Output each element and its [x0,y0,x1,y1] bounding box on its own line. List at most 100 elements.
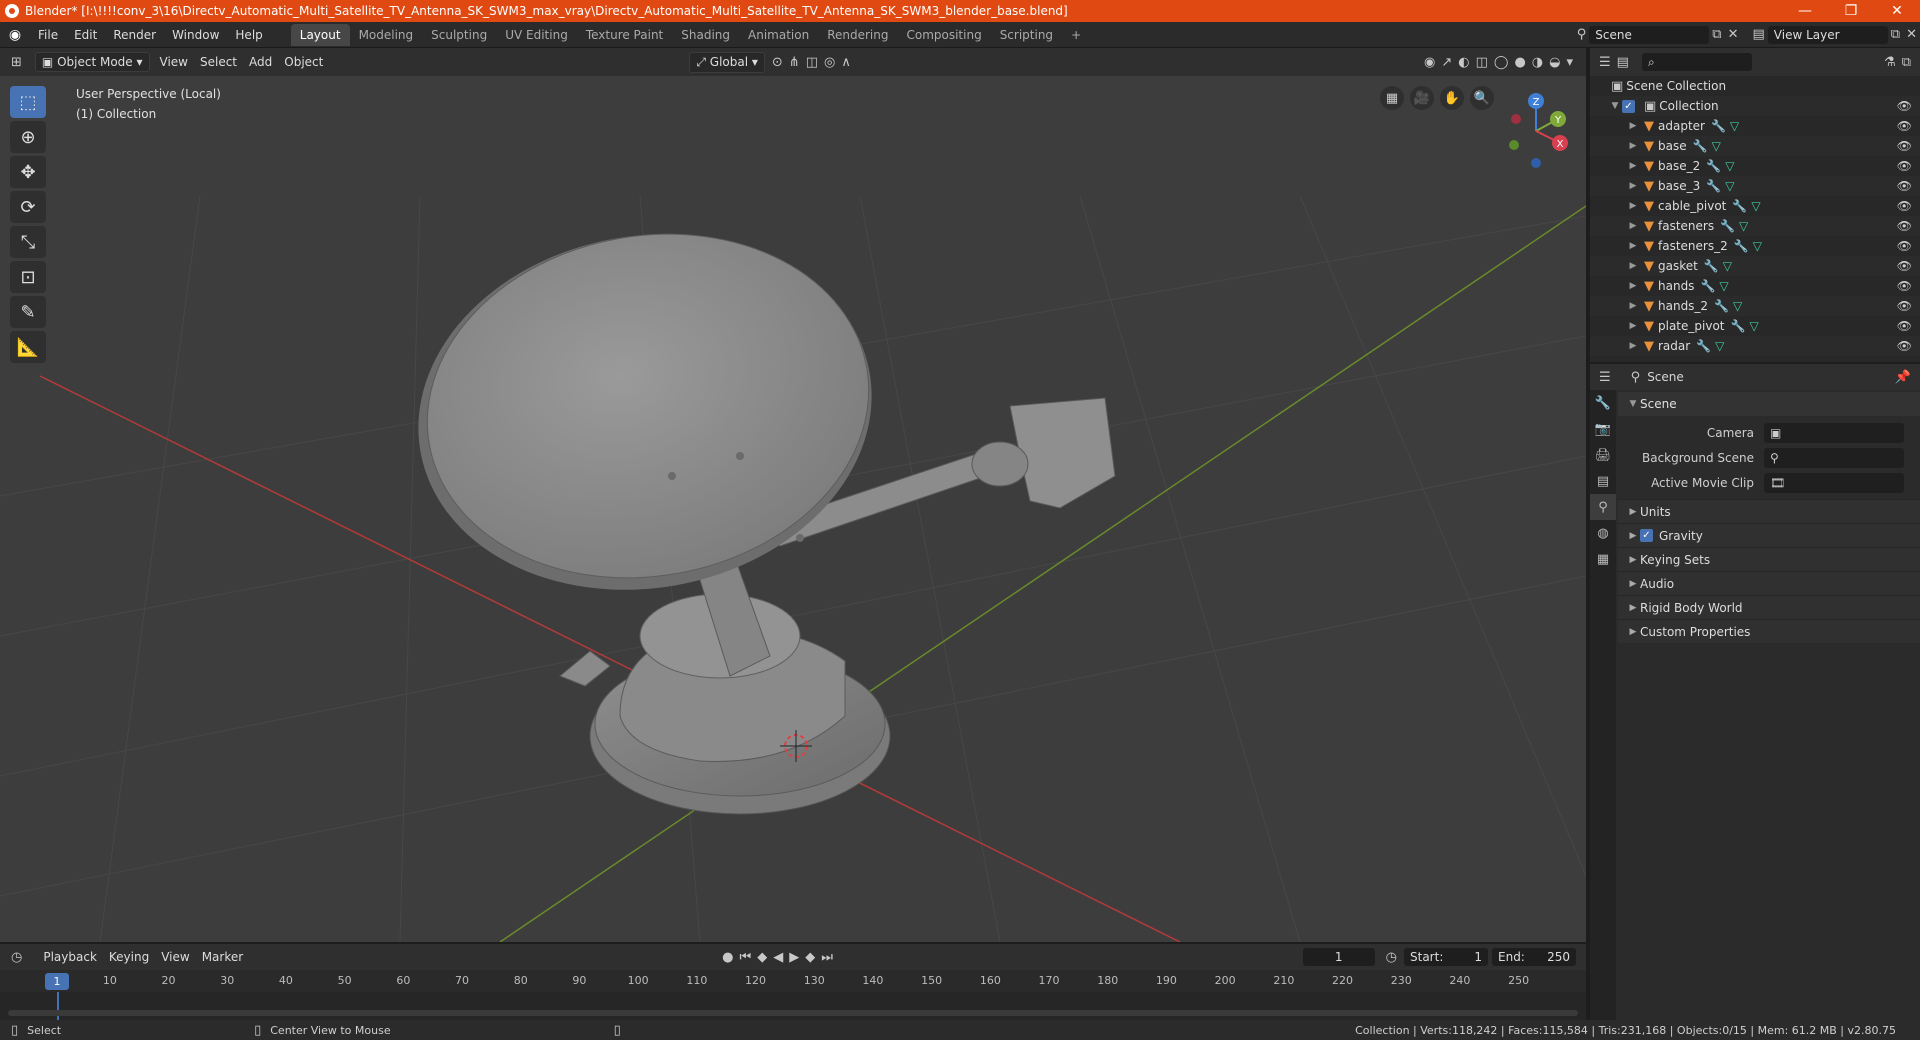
outliner-object-row[interactable]: ▶ ▼ gasket 🔧 ▽ 👁 [1590,256,1920,276]
gravity-panel[interactable]: ▶ ✓ Gravity [1618,523,1920,547]
modifier-wrench-icon[interactable]: 🔧 [1704,259,1719,273]
menu-keying[interactable]: Keying [103,948,155,966]
collection-row[interactable]: ▼ ✓ ▣ Collection 👁 [1590,96,1920,116]
scale-tool-icon[interactable]: ⤡ [10,226,46,258]
object-mode-dropdown[interactable]: ▣ Object Mode ▾ [34,52,150,72]
prev-keyframe-icon[interactable]: ◆ [754,950,770,965]
eye-icon[interactable]: 👁 [1897,99,1912,113]
delete-view-layer-icon[interactable]: ✕ [1903,27,1920,42]
rotate-tool-icon[interactable]: ⟳ [10,191,46,223]
pin-icon[interactable]: 📌 [1892,370,1914,385]
move-tool-icon[interactable]: ✥ [10,156,46,188]
eye-icon[interactable]: 👁 [1897,259,1912,273]
active-movie-clip-field[interactable]: 🎞 [1764,472,1904,493]
outliner-object-row[interactable]: ▶ ▼ fasteners 🔧 ▽ 👁 [1590,216,1920,236]
transform-tool-icon[interactable]: ⊡ [10,261,46,293]
toggle-grid-icon[interactable]: ▦ [1380,86,1404,110]
eye-icon[interactable]: 👁 [1897,119,1912,133]
new-view-layer-icon[interactable]: ⧉ [1888,27,1903,42]
texture-tab-icon[interactable]: ▦ [1590,546,1616,572]
scene-panel-header[interactable]: ▼ Scene [1618,392,1920,416]
expand-icon[interactable]: ▶ [1626,141,1640,151]
collection-checkbox[interactable]: ✓ [1622,99,1635,113]
outliner-object-row[interactable]: ▶ ▼ fasteners_2 🔧 ▽ 👁 [1590,236,1920,256]
camera-view-icon[interactable]: 🎥 [1410,86,1434,110]
select-box-tool-icon[interactable]: ⬚ [10,86,46,118]
mesh-data-icon[interactable]: ▽ [1739,219,1748,233]
menu-edit[interactable]: Edit [66,28,105,42]
background-scene-field[interactable]: ⚲ [1764,447,1904,468]
3d-viewport[interactable]: Z Y X User Perspective (Local) (1) Colle… [0,76,1586,942]
tab-modeling[interactable]: Modeling [350,24,423,46]
menu-help[interactable]: Help [227,28,270,42]
eye-icon[interactable]: 👁 [1897,299,1912,313]
navigation-gizmo[interactable]: Z Y X [1509,93,1568,168]
mesh-data-icon[interactable]: ▽ [1751,199,1760,213]
tool-tab-icon[interactable]: 🔧 [1590,390,1616,416]
outliner-object-row[interactable]: ▶ ▼ hands 🔧 ▽ 👁 [1590,276,1920,296]
modifier-wrench-icon[interactable]: 🔧 [1700,279,1715,293]
menu-marker[interactable]: Marker [196,948,249,966]
mesh-data-icon[interactable]: ▽ [1725,159,1734,173]
tab-layout[interactable]: Layout [290,23,350,46]
orientation-dropdown[interactable]: ⤢ Global ▾ [689,51,765,73]
shading-options-icon[interactable]: ▾ [1563,55,1576,70]
tab-uv-editing[interactable]: UV Editing [496,24,577,46]
start-frame-field[interactable]: Start: 1 [1404,948,1488,966]
modifier-wrench-icon[interactable]: 🔧 [1696,339,1711,353]
modifier-wrench-icon[interactable]: 🔧 [1714,299,1729,313]
snap-target-icon[interactable]: ◫ [803,55,821,70]
modifier-wrench-icon[interactable]: 🔧 [1732,199,1747,213]
modifier-wrench-icon[interactable]: 🔧 [1711,119,1726,133]
material-shading-icon[interactable]: ◑ [1529,55,1546,70]
annotate-tool-icon[interactable]: ✎ [10,296,46,328]
expand-icon[interactable]: ▶ [1626,281,1640,291]
current-frame-marker[interactable]: 1 [45,973,69,990]
outliner-object-row[interactable]: ▶ ▼ base 🔧 ▽ 👁 [1590,136,1920,156]
end-frame-field[interactable]: End: 250 [1492,948,1576,966]
jump-end-icon[interactable]: ⏭ [818,950,836,965]
scene-collection-row[interactable]: ▣ Scene Collection [1590,76,1920,96]
tab-shading[interactable]: Shading [672,24,739,46]
eye-icon[interactable]: 👁 [1897,199,1912,213]
expand-icon[interactable]: ▶ [1626,241,1640,251]
timeline-ruler[interactable]: 1 10 20 30 40 50 60 70 80 90 100 110 120 130 140 150 16… [0,970,1586,992]
mesh-data-icon[interactable]: ▽ [1730,119,1739,133]
editor-type-icon[interactable]: ⊞ [8,55,25,70]
current-frame-field[interactable]: 1 [1302,948,1375,966]
outliner-object-row[interactable]: ▶ ▼ base_3 🔧 ▽ 👁 [1590,176,1920,196]
world-tab-icon[interactable]: ◍ [1590,520,1616,546]
expand-icon[interactable]: ▶ [1626,181,1640,191]
render-tab-icon[interactable]: 📷 [1590,416,1616,442]
minimize-button[interactable]: — [1782,3,1828,19]
modifier-wrench-icon[interactable]: 🔧 [1706,179,1721,193]
maximize-button[interactable]: ❐ [1828,3,1874,19]
outliner-object-row[interactable]: ▶ ▼ hands_2 🔧 ▽ 👁 [1590,296,1920,316]
close-button[interactable]: ✕ [1874,3,1920,19]
expand-icon[interactable]: ▶ [1626,161,1640,171]
modifier-wrench-icon[interactable]: 🔧 [1734,239,1749,253]
custom-properties-panel[interactable]: ▶ Custom Properties [1618,619,1920,643]
gravity-checkbox[interactable]: ✓ [1640,529,1653,542]
mesh-data-icon[interactable]: ▽ [1749,319,1758,333]
menu-view[interactable]: View [154,53,194,71]
mesh-data-icon[interactable]: ▽ [1712,139,1721,153]
view-layer-tab-icon[interactable]: ▤ [1590,468,1616,494]
gizmo-icon[interactable]: ↗ [1438,55,1455,70]
eye-icon[interactable]: 👁 [1897,139,1912,153]
menu-add[interactable]: Add [243,53,278,71]
menu-select[interactable]: Select [194,53,243,71]
expand-icon[interactable]: ▶ [1626,261,1640,271]
proportional-edit-icon[interactable]: ◎ [821,55,838,70]
blender-menu-icon[interactable]: ◉ [0,22,30,48]
mesh-data-icon[interactable]: ▽ [1715,339,1724,353]
outliner-object-row[interactable]: ▶ ▼ adapter 🔧 ▽ 👁 [1590,116,1920,136]
scene-tab-icon[interactable]: ⚲ [1590,494,1616,520]
mesh-data-icon[interactable]: ▽ [1733,299,1742,313]
view-layer-selector[interactable]: View Layer [1767,25,1888,44]
units-panel[interactable]: ▶ Units [1618,499,1920,523]
expand-icon[interactable]: ▶ [1626,221,1640,231]
modifier-wrench-icon[interactable]: 🔧 [1731,319,1746,333]
preview-range-icon[interactable]: ◷ [1383,950,1400,965]
tab-texture-paint[interactable]: Texture Paint [577,24,672,46]
